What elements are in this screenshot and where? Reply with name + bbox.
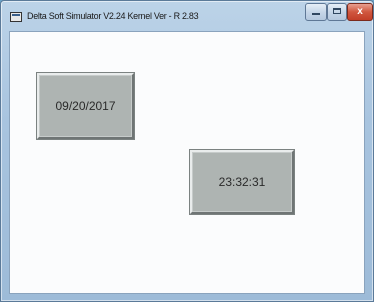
time-display[interactable]: 23:32:31 bbox=[190, 150, 294, 214]
simulator-screen: 09/20/2017 23:32:31 bbox=[9, 31, 365, 294]
maximize-icon bbox=[333, 8, 341, 14]
window-title: Delta Soft Simulator V2.24 Kernel Ver - … bbox=[27, 11, 199, 21]
date-value: 09/20/2017 bbox=[55, 99, 116, 113]
date-display[interactable]: 09/20/2017 bbox=[37, 73, 134, 139]
app-window: Delta Soft Simulator V2.24 Kernel Ver - … bbox=[0, 0, 374, 302]
minimize-button[interactable] bbox=[305, 3, 327, 21]
maximize-button[interactable] bbox=[327, 3, 347, 21]
title-bar[interactable]: Delta Soft Simulator V2.24 Kernel Ver - … bbox=[1, 1, 373, 31]
minimize-icon bbox=[312, 13, 320, 15]
time-value: 23:32:31 bbox=[218, 175, 266, 189]
app-window-icon[interactable] bbox=[10, 12, 22, 22]
close-icon: x bbox=[357, 6, 363, 17]
close-button[interactable]: x bbox=[347, 3, 373, 21]
